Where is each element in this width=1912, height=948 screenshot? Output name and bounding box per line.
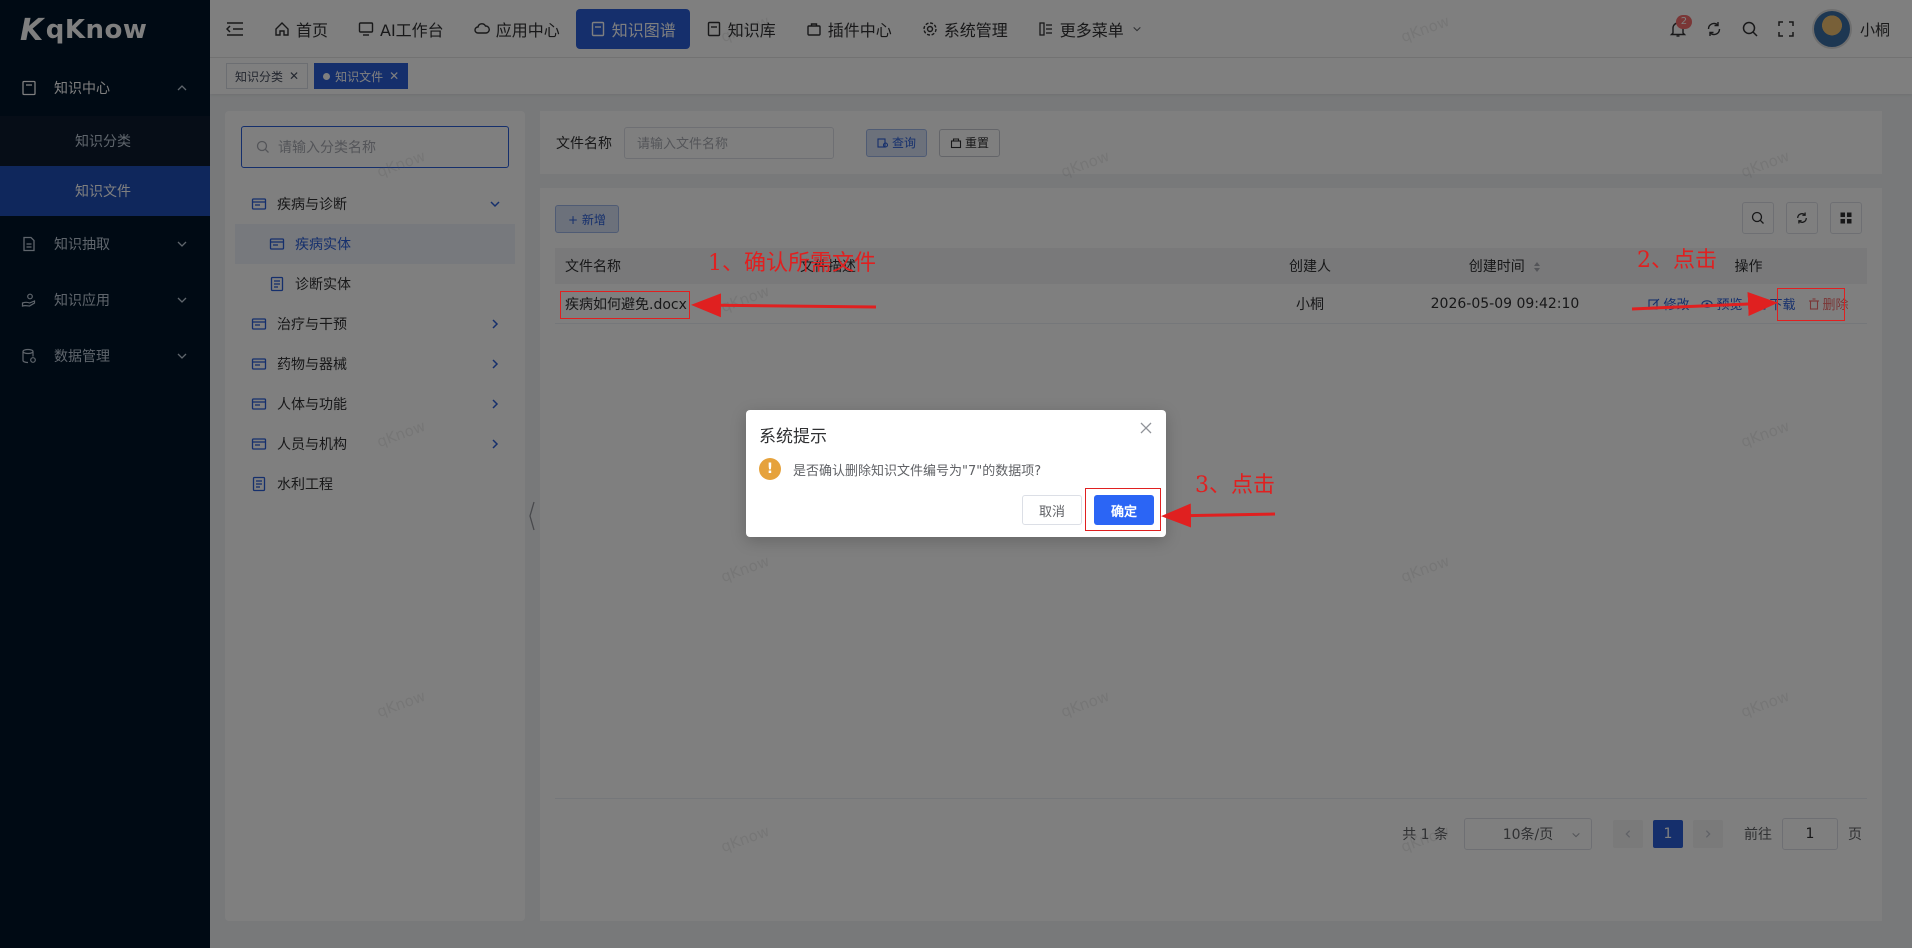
dialog-message-text: 是否确认删除知识文件编号为"7"的数据项? (793, 463, 1042, 479)
annotation-box-delete (1777, 288, 1845, 321)
close-icon[interactable] (1138, 420, 1154, 436)
annotation-box-confirm (1085, 488, 1161, 531)
annotation-step2: 2、点击 (1637, 248, 1717, 273)
warning-icon: ! (759, 458, 781, 480)
annotation-step1: 1、确认所需文件 (708, 251, 876, 276)
annotation-box-filename (560, 291, 690, 319)
dialog-message: ! 是否确认删除知识文件编号为"7"的数据项? (759, 458, 1041, 480)
annotation-step3: 3、点击 (1195, 473, 1275, 498)
dialog-title: 系统提示 (759, 427, 827, 447)
cancel-button[interactable]: 取消 (1022, 495, 1082, 525)
